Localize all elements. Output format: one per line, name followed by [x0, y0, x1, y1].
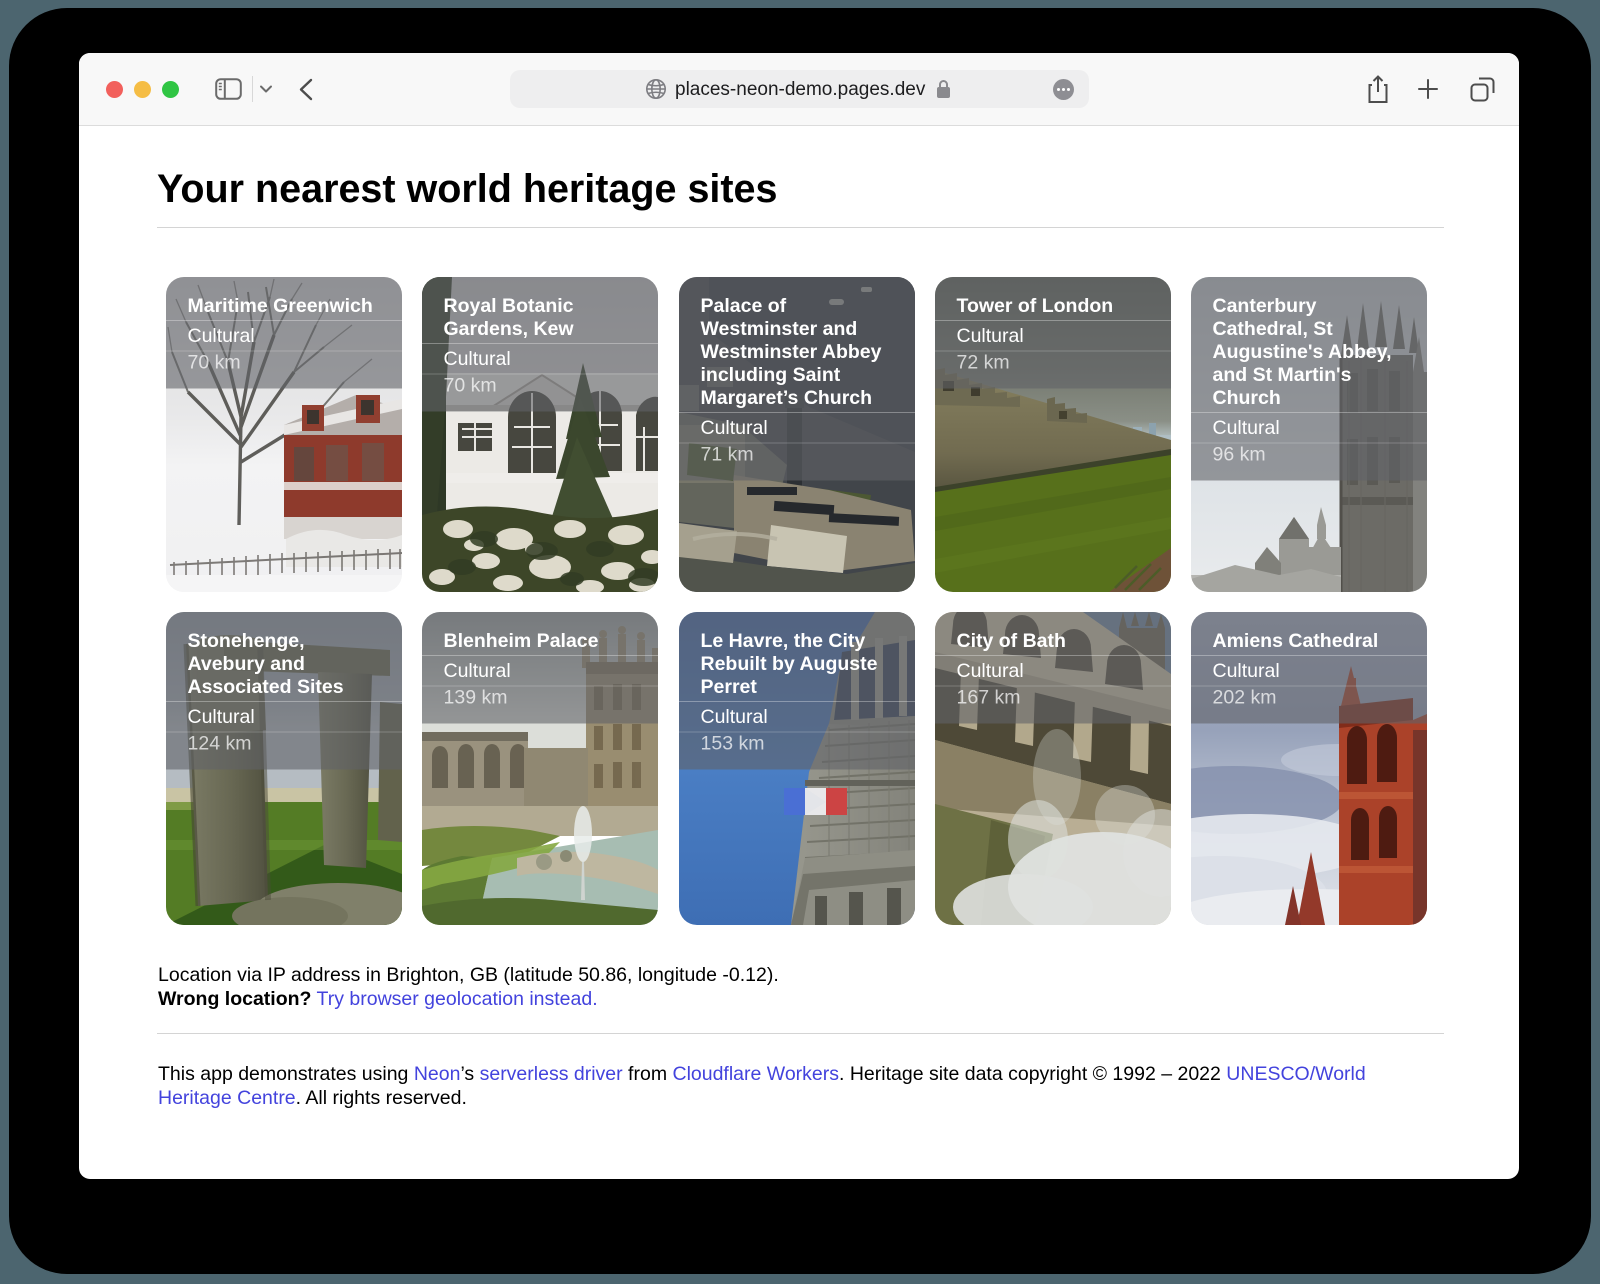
svg-text:Augustine's Abbey,: Augustine's Abbey, [1213, 341, 1392, 363]
svg-text:202 km: 202 km [1213, 687, 1277, 709]
svg-text:139 km: 139 km [444, 687, 508, 709]
svg-text:Cultural: Cultural [1213, 417, 1280, 439]
svg-text:Amiens Cathedral: Amiens Cathedral [1213, 630, 1379, 652]
svg-text:Cultural: Cultural [188, 325, 255, 347]
svg-text:and St Martin's: and St Martin's [1213, 364, 1352, 386]
svg-text:Maritime Greenwich: Maritime Greenwich [188, 295, 373, 317]
svg-text:Cultural: Cultural [701, 706, 768, 728]
svg-text:Cultural: Cultural [1213, 660, 1280, 682]
svg-text:City of Bath: City of Bath [957, 630, 1066, 652]
svg-text:Associated Sites: Associated Sites [188, 676, 344, 698]
svg-text:Cathedral, St: Cathedral, St [1213, 318, 1334, 340]
svg-text:71 km: 71 km [701, 444, 754, 466]
svg-text:Stonehenge,: Stonehenge, [188, 630, 305, 652]
svg-text:Cultural: Cultural [701, 417, 768, 439]
svg-text:96 km: 96 km [1213, 444, 1266, 466]
svg-text:Cultural: Cultural [957, 325, 1024, 347]
svg-text:Gardens, Kew: Gardens, Kew [444, 318, 575, 340]
svg-text:Palace of: Palace of [701, 295, 787, 317]
svg-text:Cultural: Cultural [957, 660, 1024, 682]
svg-text:Westminster Abbey: Westminster Abbey [701, 341, 882, 363]
svg-text:70 km: 70 km [444, 375, 497, 397]
svg-text:Westminster and: Westminster and [701, 318, 858, 340]
svg-text:70 km: 70 km [188, 352, 241, 374]
svg-text:Perret: Perret [701, 676, 758, 698]
svg-text:Rebuilt by Auguste: Rebuilt by Auguste [701, 653, 878, 675]
svg-text:Blenheim Palace: Blenheim Palace [444, 630, 599, 652]
svg-text:Le Havre, the City: Le Havre, the City [701, 630, 866, 652]
svg-text:Cultural: Cultural [188, 706, 255, 728]
svg-text:167 km: 167 km [957, 687, 1021, 709]
svg-text:Royal Botanic: Royal Botanic [444, 295, 574, 317]
svg-text:including Saint: including Saint [701, 364, 841, 386]
svg-text:Cultural: Cultural [444, 660, 511, 682]
svg-text:Cultural: Cultural [444, 348, 511, 370]
svg-text:Tower of London: Tower of London [957, 295, 1114, 317]
svg-text:Margaret’s Church: Margaret’s Church [701, 387, 873, 409]
svg-text:153 km: 153 km [701, 733, 765, 755]
svg-text:Avebury and: Avebury and [188, 653, 305, 675]
svg-text:72 km: 72 km [957, 352, 1010, 374]
svg-text:Canterbury: Canterbury [1213, 295, 1317, 317]
svg-text:Church: Church [1213, 387, 1281, 409]
svg-text:124 km: 124 km [188, 733, 252, 755]
